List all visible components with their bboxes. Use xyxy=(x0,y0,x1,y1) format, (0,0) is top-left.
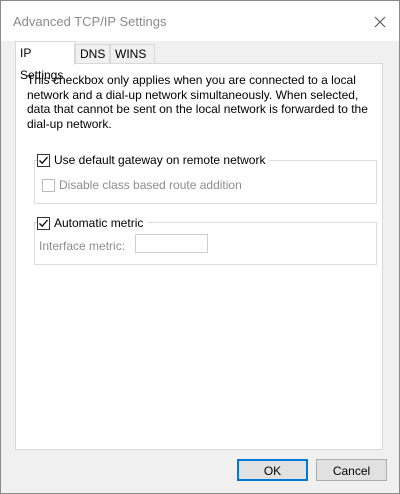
checkmark-icon xyxy=(39,156,48,164)
automatic-metric-label: Automatic metric xyxy=(54,216,144,230)
use-default-gateway-option[interactable]: Use default gateway on remote network xyxy=(37,153,270,167)
dialog-window: Advanced TCP/IP Settings IP Settings DNS… xyxy=(0,0,400,494)
title-bar: Advanced TCP/IP Settings xyxy=(1,1,399,41)
disable-class-route-checkbox xyxy=(42,178,55,192)
interface-metric-input xyxy=(135,234,208,253)
automatic-metric-checkbox[interactable] xyxy=(37,216,50,230)
cancel-button[interactable]: Cancel xyxy=(316,459,387,481)
use-default-gateway-label: Use default gateway on remote network xyxy=(54,153,266,167)
window-title: Advanced TCP/IP Settings xyxy=(13,14,167,29)
description-text: This checkbox only applies when you are … xyxy=(27,73,368,131)
ok-button[interactable]: OK xyxy=(237,459,308,481)
checkmark-icon xyxy=(39,219,48,227)
tab-ip-settings[interactable]: IP Settings xyxy=(15,41,75,82)
interface-metric-label: Interface metric: xyxy=(39,239,126,253)
automatic-metric-option[interactable]: Automatic metric xyxy=(37,216,148,230)
tab-dns[interactable]: DNS xyxy=(75,44,110,63)
close-icon xyxy=(374,16,386,28)
disable-class-route-label: Disable class based route addition xyxy=(59,178,242,192)
ip-settings-panel: This checkbox only applies when you are … xyxy=(15,63,383,450)
tab-wins[interactable]: WINS xyxy=(110,44,155,63)
close-button[interactable] xyxy=(369,11,391,33)
use-default-gateway-checkbox[interactable] xyxy=(37,153,50,167)
tab-strip: IP Settings DNS WINS xyxy=(15,41,385,82)
disable-class-route-option: Disable class based route addition xyxy=(42,178,246,192)
